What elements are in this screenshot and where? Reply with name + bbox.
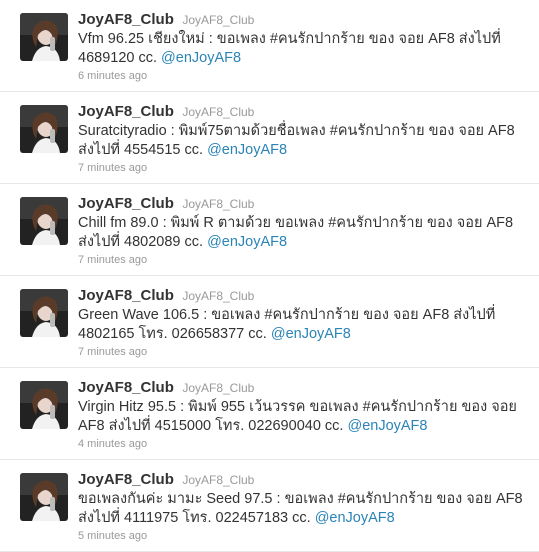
mention-link[interactable]: @enJoyAF8	[161, 50, 241, 66]
tweet-item[interactable]: JoyAF8_Club JoyAF8_Club Chill fm 89.0 : …	[0, 184, 539, 276]
tweet-item[interactable]: JoyAF8_Club JoyAF8_Club Suratcityradio :…	[0, 92, 539, 184]
tweet-text: ขอเพลงกันค่ะ มามะ Seed 97.5 : ขอเพลง #คน…	[78, 490, 523, 528]
tweet-header: JoyAF8_Club JoyAF8_Club	[78, 286, 528, 306]
tweet-content: JoyAF8_Club JoyAF8_Club Vfm 96.25 เชียงใ…	[78, 10, 528, 85]
avatar[interactable]	[20, 13, 68, 61]
avatar[interactable]	[20, 105, 68, 153]
tweet-item[interactable]: JoyAF8_Club JoyAF8_Club Green Wave 106.5…	[0, 276, 539, 368]
tweet-text: Suratcityradio : พิมพ์75ตามด้วยชื่อเพลง …	[78, 122, 523, 160]
timestamp[interactable]: 7 minutes ago	[78, 252, 528, 269]
screen-name[interactable]: JoyAF8_Club	[182, 473, 254, 487]
timestamp[interactable]: 7 minutes ago	[78, 344, 528, 361]
mention-link[interactable]: @enJoyAF8	[207, 142, 287, 158]
avatar[interactable]	[20, 197, 68, 245]
tweet-timeline: JoyAF8_Club JoyAF8_Club Vfm 96.25 เชียงใ…	[0, 0, 539, 552]
mention-link[interactable]: @enJoyAF8	[315, 510, 395, 526]
user-name[interactable]: JoyAF8_Club	[78, 11, 174, 28]
mention-link[interactable]: @enJoyAF8	[207, 234, 287, 250]
tweet-content: JoyAF8_Club JoyAF8_Club Suratcityradio :…	[78, 102, 528, 177]
screen-name[interactable]: JoyAF8_Club	[182, 197, 254, 211]
tweet-text: Green Wave 106.5 : ขอเพลง #คนรักปากร้าย …	[78, 306, 523, 344]
tweet-header: JoyAF8_Club JoyAF8_Club	[78, 10, 528, 30]
tweet-content: JoyAF8_Club JoyAF8_Club Green Wave 106.5…	[78, 286, 528, 361]
screen-name[interactable]: JoyAF8_Club	[182, 105, 254, 119]
tweet-body: Chill fm 89.0 : พิมพ์ R ตามด้วย ขอเพลง #…	[78, 215, 514, 250]
tweet-item[interactable]: JoyAF8_Club JoyAF8_Club ขอเพลงกันค่ะ มาม…	[0, 460, 539, 552]
avatar[interactable]	[20, 381, 68, 429]
tweet-body: ขอเพลงกันค่ะ มามะ Seed 97.5 : ขอเพลง #คน…	[78, 491, 523, 526]
tweet-text: Chill fm 89.0 : พิมพ์ R ตามด้วย ขอเพลง #…	[78, 214, 523, 252]
timestamp[interactable]: 5 minutes ago	[78, 528, 528, 545]
timestamp[interactable]: 6 minutes ago	[78, 68, 528, 85]
tweet-body: Vfm 96.25 เชียงใหม่ : ขอเพลง #คนรักปากร้…	[78, 31, 501, 66]
user-name[interactable]: JoyAF8_Club	[78, 195, 174, 212]
tweet-header: JoyAF8_Club JoyAF8_Club	[78, 102, 528, 122]
mention-link[interactable]: @enJoyAF8	[347, 418, 427, 434]
timestamp[interactable]: 7 minutes ago	[78, 160, 528, 177]
tweet-content: JoyAF8_Club JoyAF8_Club Chill fm 89.0 : …	[78, 194, 528, 269]
user-name[interactable]: JoyAF8_Club	[78, 287, 174, 304]
tweet-body: Suratcityradio : พิมพ์75ตามด้วยชื่อเพลง …	[78, 123, 515, 158]
screen-name[interactable]: JoyAF8_Club	[182, 13, 254, 27]
tweet-header: JoyAF8_Club JoyAF8_Club	[78, 378, 528, 398]
tweet-item[interactable]: JoyAF8_Club JoyAF8_Club Vfm 96.25 เชียงใ…	[0, 0, 539, 92]
avatar[interactable]	[20, 289, 68, 337]
user-name[interactable]: JoyAF8_Club	[78, 471, 174, 488]
tweet-header: JoyAF8_Club JoyAF8_Club	[78, 470, 528, 490]
tweet-text: Vfm 96.25 เชียงใหม่ : ขอเพลง #คนรักปากร้…	[78, 30, 523, 68]
tweet-header: JoyAF8_Club JoyAF8_Club	[78, 194, 528, 214]
tweet-body: Virgin Hitz 95.5 : พิมพ์ 955 เว้นวรรค ขอ…	[78, 399, 517, 434]
tweet-content: JoyAF8_Club JoyAF8_Club Virgin Hitz 95.5…	[78, 378, 528, 453]
timestamp[interactable]: 4 minutes ago	[78, 436, 528, 453]
tweet-item[interactable]: JoyAF8_Club JoyAF8_Club Virgin Hitz 95.5…	[0, 368, 539, 460]
mention-link[interactable]: @enJoyAF8	[271, 326, 351, 342]
tweet-text: Virgin Hitz 95.5 : พิมพ์ 955 เว้นวรรค ขอ…	[78, 398, 523, 436]
user-name[interactable]: JoyAF8_Club	[78, 379, 174, 396]
avatar[interactable]	[20, 473, 68, 521]
screen-name[interactable]: JoyAF8_Club	[182, 289, 254, 303]
screen-name[interactable]: JoyAF8_Club	[182, 381, 254, 395]
user-name[interactable]: JoyAF8_Club	[78, 103, 174, 120]
tweet-content: JoyAF8_Club JoyAF8_Club ขอเพลงกันค่ะ มาม…	[78, 470, 528, 545]
